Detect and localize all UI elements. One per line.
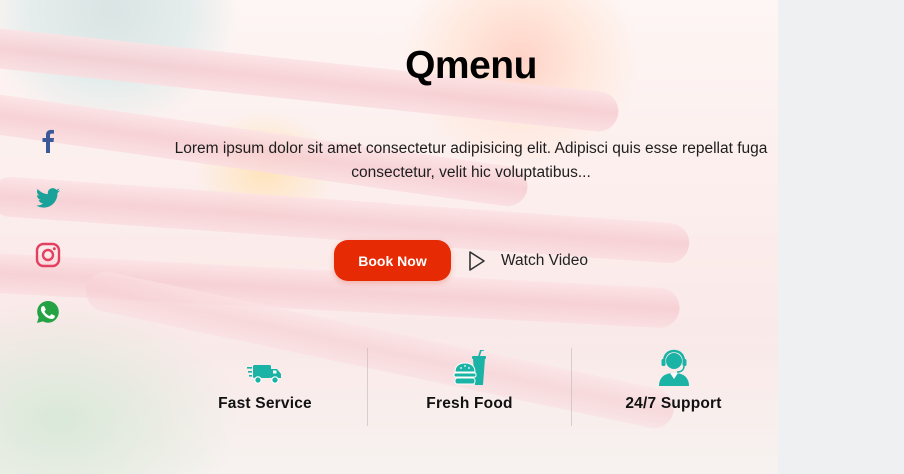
feature-fast-service: Fast Service [163,348,367,426]
feature-support: 24/7 Support [571,348,775,426]
support-agent-icon [658,349,689,386]
feature-label: Fast Service [218,395,312,412]
feature-fresh-food: Fresh Food [367,348,571,426]
page-title: Qmenu [405,44,537,87]
social-links [33,126,63,354]
right-panel [778,0,904,474]
watch-video-label: Watch Video [501,252,589,269]
instagram-icon [35,242,61,268]
instagram-link[interactable] [33,240,63,270]
whatsapp-link[interactable] [33,297,63,327]
watch-video-link[interactable]: Watch Video [467,247,588,275]
twitter-icon [36,188,60,208]
facebook-link[interactable] [33,126,63,156]
delivery-truck-icon [247,365,281,384]
book-now-button[interactable]: Book Now [334,240,451,281]
feature-label: Fresh Food [426,395,513,412]
features-row: Fast Service Fresh Food 24/7 Support [163,348,775,426]
facebook-icon [42,129,54,153]
feature-label: 24/7 Support [625,395,722,412]
burger-drink-icon [453,350,486,385]
whatsapp-icon [37,301,59,323]
twitter-link[interactable] [33,183,63,213]
play-icon [469,251,485,271]
hero-description: Lorem ipsum dolor sit amet consectetur a… [174,140,768,181]
